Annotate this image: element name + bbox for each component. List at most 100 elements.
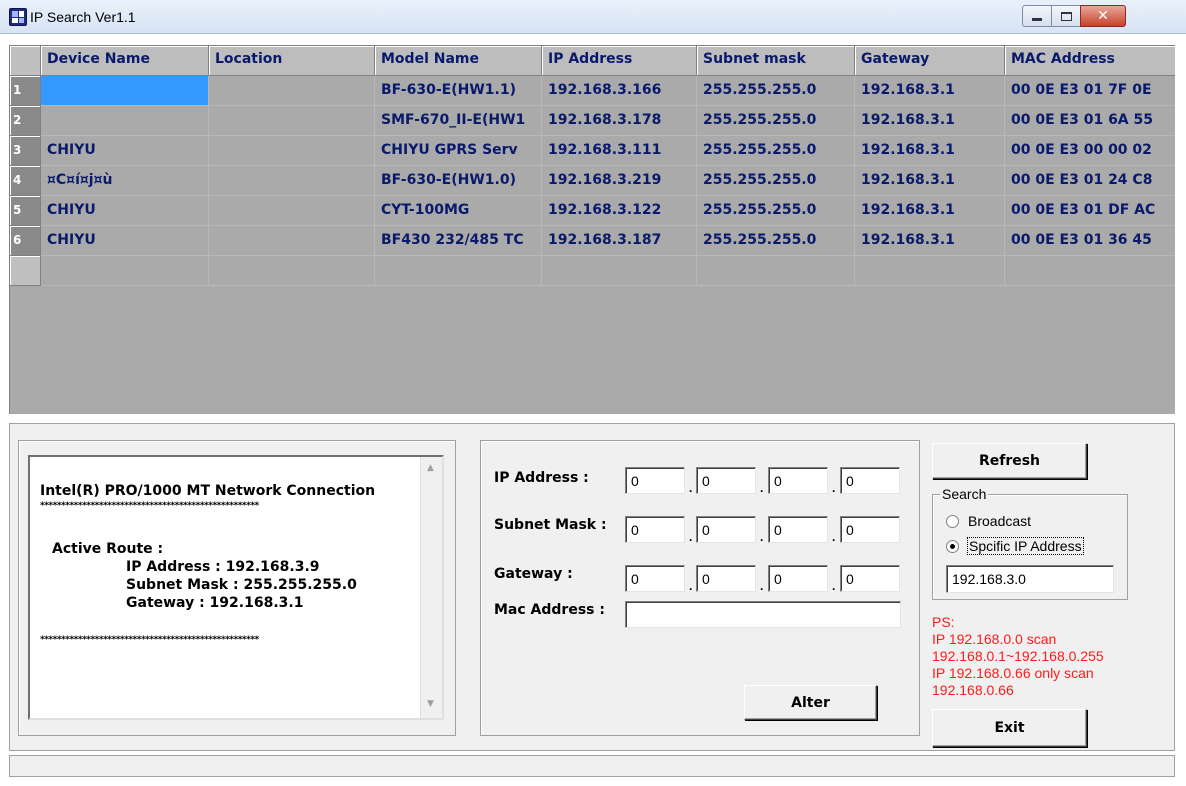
table-row[interactable]: 5 CHIYU CYT-100MG 192.168.3.122 255.255.255.… xyxy=(10,196,1175,226)
row-header[interactable]: 5 xyxy=(10,196,41,226)
table-cell[interactable] xyxy=(209,226,375,256)
table-cell[interactable]: 192.168.3.187 xyxy=(542,226,697,256)
specific-ip-radio[interactable] xyxy=(946,539,959,553)
table-row[interactable]: 3 CHIYU CHIYU GPRS Serv 192.168.3.111 255.25… xyxy=(10,136,1175,166)
table-cell[interactable] xyxy=(209,106,375,136)
ip-octet-2[interactable]: 0 xyxy=(696,467,756,494)
table-cell[interactable] xyxy=(542,256,697,286)
row-header[interactable]: 6 xyxy=(10,226,41,256)
adapter-info-box[interactable]: Intel(R) PRO/1000 MT Network Connection … xyxy=(28,455,444,720)
table-cell[interactable]: SMF-670_II-E(HW1 xyxy=(375,106,542,136)
column-header-model-name[interactable]: Model Name xyxy=(375,46,542,76)
row-header[interactable] xyxy=(10,256,41,286)
row-header[interactable]: 1 xyxy=(10,76,41,106)
table-cell[interactable]: 192.168.3.178 xyxy=(542,106,697,136)
table-cell[interactable] xyxy=(209,166,375,196)
broadcast-radio[interactable] xyxy=(946,514,959,528)
row-header[interactable]: 3 xyxy=(10,136,41,166)
table-row[interactable]: 1 BF-630-E(HW1.1) 192.168.3.166 255.255.255… xyxy=(10,76,1175,106)
table-cell[interactable] xyxy=(375,256,542,286)
column-header-subnet-mask[interactable]: Subnet mask xyxy=(697,46,855,76)
info-scrollbar[interactable]: ▲ ▼ xyxy=(420,457,442,718)
mask-octet-1[interactable]: 0 xyxy=(625,516,685,543)
alter-button[interactable]: Alter xyxy=(744,685,877,720)
table-row[interactable]: 6 CHIYU BF430 232/485 TC 192.168.3.187 255.2… xyxy=(10,226,1175,256)
table-cell[interactable]: CHIYU GPRS Serv xyxy=(375,136,542,166)
table-cell[interactable] xyxy=(209,256,375,286)
table-cell[interactable] xyxy=(209,196,375,226)
gateway-octet-1[interactable]: 0 xyxy=(625,565,685,592)
gateway-octet-2[interactable]: 0 xyxy=(696,565,756,592)
close-button[interactable]: ✕ xyxy=(1080,5,1126,27)
table-cell[interactable]: 255.255.255.0 xyxy=(697,226,855,256)
mac-address-label: Mac Address : xyxy=(494,602,605,618)
exit-button[interactable]: Exit xyxy=(932,709,1087,747)
table-cell[interactable] xyxy=(41,256,209,286)
table-cell[interactable] xyxy=(209,76,375,106)
table-cell[interactable]: BF-630-E(HW1.1) xyxy=(375,76,542,106)
specific-ip-option[interactable]: Spcific IP Address xyxy=(946,537,1084,555)
gateway-octet-3[interactable]: 0 xyxy=(768,565,828,592)
table-cell[interactable]: 192.168.3.219 xyxy=(542,166,697,196)
mask-octet-3[interactable]: 0 xyxy=(768,516,828,543)
refresh-button[interactable]: Refresh xyxy=(932,443,1087,479)
table-row[interactable]: 4 ¤C¤í¤j¤ù BF-630-E(HW1.0) 192.168.3.219 255… xyxy=(10,166,1175,196)
device-grid[interactable]: Device Name Location Model Name IP Addre… xyxy=(9,45,1175,414)
mac-address-field[interactable] xyxy=(625,601,901,628)
table-cell[interactable]: 192.168.3.166 xyxy=(542,76,697,106)
table-row[interactable] xyxy=(10,256,1175,286)
table-cell[interactable]: 192.168.3.1 xyxy=(855,226,1005,256)
table-cell[interactable]: 00 0E E3 01 6A 55 xyxy=(1005,106,1175,136)
table-cell[interactable]: 00 0E E3 01 DF AC xyxy=(1005,196,1175,226)
table-cell[interactable]: 192.168.3.1 xyxy=(855,106,1005,136)
table-cell[interactable]: 192.168.3.1 xyxy=(855,76,1005,106)
mask-octet-4[interactable]: 0 xyxy=(840,516,900,543)
row-header[interactable]: 2 xyxy=(10,106,41,136)
row-header[interactable]: 4 xyxy=(10,166,41,196)
table-cell[interactable]: 00 0E E3 01 7F 0E xyxy=(1005,76,1175,106)
table-cell[interactable]: CYT-100MG xyxy=(375,196,542,226)
table-cell[interactable]: 255.255.255.0 xyxy=(697,76,855,106)
table-cell[interactable]: 255.255.255.0 xyxy=(697,136,855,166)
table-cell[interactable]: 00 0E E3 00 00 02 xyxy=(1005,136,1175,166)
table-cell[interactable]: 192.168.3.1 xyxy=(855,196,1005,226)
scroll-down-icon[interactable]: ▼ xyxy=(427,699,434,709)
table-cell[interactable] xyxy=(855,256,1005,286)
column-header-ip-address[interactable]: IP Address xyxy=(542,46,697,76)
table-cell[interactable]: 255.255.255.0 xyxy=(697,166,855,196)
mask-octet-2[interactable]: 0 xyxy=(696,516,756,543)
table-cell[interactable]: 255.255.255.0 xyxy=(697,106,855,136)
ip-octet-3[interactable]: 0 xyxy=(768,467,828,494)
gateway-octet-4[interactable]: 0 xyxy=(840,565,900,592)
table-cell[interactable] xyxy=(1005,256,1175,286)
table-cell[interactable]: 192.168.3.111 xyxy=(542,136,697,166)
column-header-device-name[interactable]: Device Name xyxy=(41,46,209,76)
table-cell[interactable] xyxy=(41,76,209,106)
ip-octet-4[interactable]: 0 xyxy=(840,467,900,494)
broadcast-option[interactable]: Broadcast xyxy=(946,513,1031,529)
table-cell[interactable]: BF-630-E(HW1.0) xyxy=(375,166,542,196)
table-cell[interactable]: 192.168.3.122 xyxy=(542,196,697,226)
table-cell[interactable]: CHIYU xyxy=(41,226,209,256)
table-cell[interactable] xyxy=(41,106,209,136)
table-cell[interactable]: 192.168.3.1 xyxy=(855,136,1005,166)
table-cell[interactable]: CHIYU xyxy=(41,136,209,166)
ip-octet-1[interactable]: 0 xyxy=(625,467,685,494)
table-cell[interactable] xyxy=(209,136,375,166)
table-cell[interactable]: CHIYU xyxy=(41,196,209,226)
table-cell[interactable]: 255.255.255.0 xyxy=(697,196,855,226)
column-header-gateway[interactable]: Gateway xyxy=(855,46,1005,76)
table-cell[interactable]: ¤C¤í¤j¤ù xyxy=(41,166,209,196)
table-cell[interactable]: 00 0E E3 01 24 C8 xyxy=(1005,166,1175,196)
table-cell[interactable]: 192.168.3.1 xyxy=(855,166,1005,196)
column-header-location[interactable]: Location xyxy=(209,46,375,76)
table-cell[interactable]: 00 0E E3 01 36 45 xyxy=(1005,226,1175,256)
scroll-up-icon[interactable]: ▲ xyxy=(427,463,434,473)
table-cell[interactable]: BF430 232/485 TC xyxy=(375,226,542,256)
specific-ip-input[interactable]: 192.168.3.0 xyxy=(946,565,1114,593)
table-cell[interactable] xyxy=(697,256,855,286)
column-header-mac-address[interactable]: MAC Address xyxy=(1005,46,1175,76)
maximize-button[interactable] xyxy=(1051,5,1081,27)
table-row[interactable]: 2 SMF-670_II-E(HW1 192.168.3.178 255.255.25… xyxy=(10,106,1175,136)
minimize-button[interactable] xyxy=(1022,5,1052,27)
